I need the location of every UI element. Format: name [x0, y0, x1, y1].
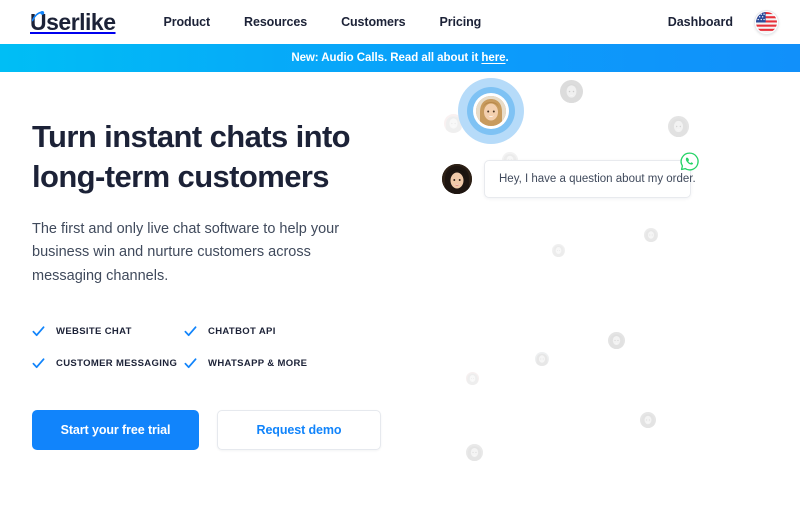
- cta-button-group: Start your free trial Request demo: [32, 410, 430, 451]
- ghost-avatar-icon: [535, 352, 549, 366]
- ghost-avatar-icon: [560, 80, 583, 103]
- ghost-avatar-icon: [668, 116, 689, 137]
- hero-subheading: The first and only live chat software to…: [32, 220, 340, 284]
- announcement-text-before: New: Audio Calls. Read all about it: [291, 52, 482, 64]
- main-navigation: Product Resources Customers Pricing: [164, 15, 482, 29]
- feature-item-whatsapp-more: WhatsApp & more: [184, 357, 352, 370]
- check-icon: [184, 357, 197, 370]
- nav-item-product[interactable]: Product: [164, 15, 211, 29]
- announcement-text: New: Audio Calls. Read all about it here…: [291, 52, 508, 64]
- whatsapp-icon: [679, 151, 700, 172]
- feature-label: Chatbot API: [208, 326, 276, 338]
- feature-item-customer-messaging: Customer messaging: [32, 357, 184, 370]
- announcement-banner[interactable]: New: Audio Calls. Read all about it here…: [0, 44, 800, 72]
- ghost-avatar-icon: [640, 412, 656, 428]
- page-title: Turn instant chats into long-term custom…: [32, 119, 351, 195]
- chat-message-row: Hey, I have a question about my order.: [442, 152, 699, 198]
- chat-message-bubble: Hey, I have a question about my order.: [484, 152, 699, 198]
- announcement-text-after: .: [505, 52, 509, 64]
- feature-label: WhatsApp & more: [208, 358, 308, 370]
- site-header: Userlike Product Resources Customers Pri…: [0, 0, 800, 44]
- feature-label: Website chat: [56, 326, 132, 338]
- dashboard-link[interactable]: Dashboard: [668, 15, 733, 29]
- userlike-logo[interactable]: Userlike: [30, 9, 116, 34]
- hero-section: Turn instant chats into long-term custom…: [0, 72, 800, 506]
- ghost-avatar-icon: [608, 332, 625, 349]
- avatar-ring-inner: [467, 87, 515, 135]
- chat-message-text: Hey, I have a question about my order.: [499, 173, 696, 185]
- nav-item-resources[interactable]: Resources: [244, 15, 307, 29]
- check-icon: [184, 325, 197, 338]
- check-icon: [32, 325, 45, 338]
- check-icon: [32, 357, 45, 370]
- feature-item-chatbot-api: Chatbot API: [184, 325, 352, 338]
- ghost-avatar-icon: [552, 244, 565, 257]
- feature-item-website-chat: Website chat: [32, 325, 184, 338]
- start-free-trial-button[interactable]: Start your free trial: [32, 410, 199, 451]
- avatar-ring-white: [473, 93, 509, 129]
- ghost-avatar-icon: [466, 372, 479, 385]
- announcement-here-link[interactable]: here: [481, 52, 505, 64]
- ghost-avatar-icon: [466, 444, 483, 461]
- agent-avatar-icon: [476, 96, 506, 126]
- feature-label: Customer messaging: [56, 358, 178, 370]
- header-actions: Dashboard: [668, 10, 778, 34]
- highlighted-agent-avatar: [458, 78, 524, 144]
- nav-item-customers[interactable]: Customers: [341, 15, 406, 29]
- userlike-swoosh-icon: [31, 9, 45, 21]
- hero-illustration: Hey, I have a question about my order.: [430, 72, 800, 506]
- customer-avatar-icon: [442, 164, 472, 194]
- us-flag-icon[interactable]: [755, 10, 778, 34]
- request-demo-button[interactable]: Request demo: [217, 410, 381, 451]
- ghost-avatar-icon: [644, 228, 658, 242]
- feature-list: Website chat Chatbot API Customer messag…: [32, 325, 352, 370]
- nav-item-pricing[interactable]: Pricing: [439, 15, 481, 29]
- hero-content: Turn instant chats into long-term custom…: [0, 72, 430, 506]
